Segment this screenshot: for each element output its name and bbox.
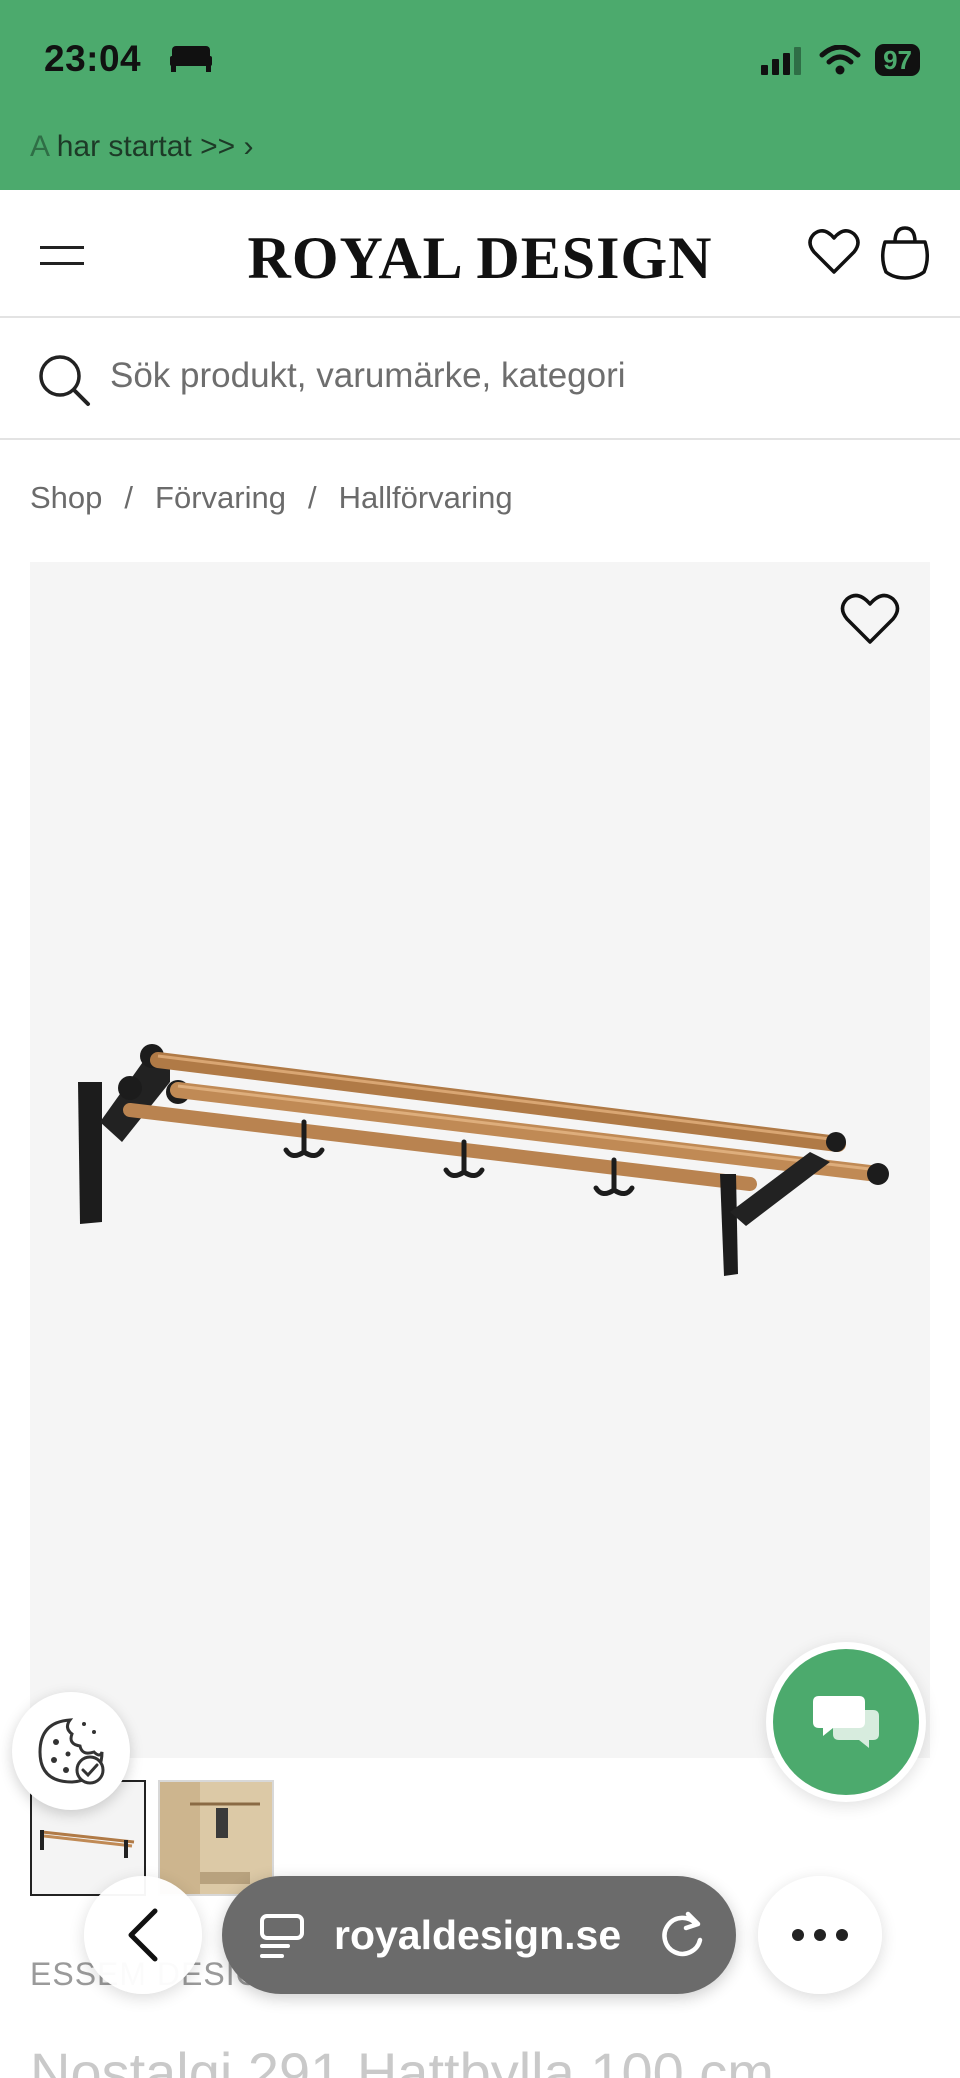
chat-icon: [813, 1696, 879, 1748]
status-time: 23:04: [44, 38, 142, 79]
browser-address-bar[interactable]: royaldesign.se: [222, 1876, 736, 1994]
cookie-settings-button[interactable]: [12, 1692, 130, 1810]
thumbnail-room-image: [160, 1782, 272, 1894]
battery-indicator: 97: [875, 44, 920, 76]
reload-icon[interactable]: [658, 1910, 706, 1960]
wishlist-heart-icon[interactable]: [840, 592, 900, 646]
heart-icon[interactable]: [808, 228, 860, 276]
search-bar: [0, 320, 960, 440]
search-input[interactable]: [110, 356, 930, 396]
chat-button[interactable]: [766, 1642, 926, 1802]
tabs-icon: [260, 1914, 304, 1958]
cookie-icon: [38, 1718, 105, 1785]
promo-text: har startat: [56, 130, 192, 163]
chat-button-inner: [773, 1649, 919, 1795]
bed-icon: [170, 46, 212, 72]
product-image[interactable]: [30, 562, 930, 1758]
promo-banner[interactable]: A har startat >> ›: [30, 130, 253, 164]
site-header: ROYAL DESIGN: [0, 190, 960, 318]
breadcrumb-hallforvaring[interactable]: Hallförvaring: [339, 480, 513, 516]
signal-icon: [761, 47, 802, 75]
promo-prefix: A: [30, 130, 49, 163]
wifi-icon: [819, 45, 861, 75]
promo-arrows: >> ›: [200, 130, 254, 163]
bag-icon[interactable]: [880, 224, 930, 280]
breadcrumb-shop[interactable]: Shop: [30, 480, 102, 516]
thumbnail-2[interactable]: [158, 1780, 274, 1896]
browser-back-button[interactable]: [84, 1876, 202, 1994]
browser-url: royaldesign.se: [334, 1912, 622, 1958]
breadcrumb-separator: /: [124, 480, 134, 515]
status-and-promo-banner: 23:04 97 A har startat >> ›: [0, 0, 960, 190]
more-icon[interactable]: [758, 1876, 882, 1994]
breadcrumb-separator: /: [307, 480, 317, 515]
search-icon: [39, 355, 90, 406]
status-indicators: 97: [761, 44, 920, 76]
hat-rack-image: [78, 1044, 889, 1276]
breadcrumb-forvaring[interactable]: Förvaring: [155, 480, 286, 516]
breadcrumb: Shop / Förvaring / Hallförvaring: [30, 480, 513, 516]
product-title: Nostalgi 291 Hattbylla 100 cm: [30, 2041, 774, 2078]
back-icon: [128, 1908, 158, 1962]
